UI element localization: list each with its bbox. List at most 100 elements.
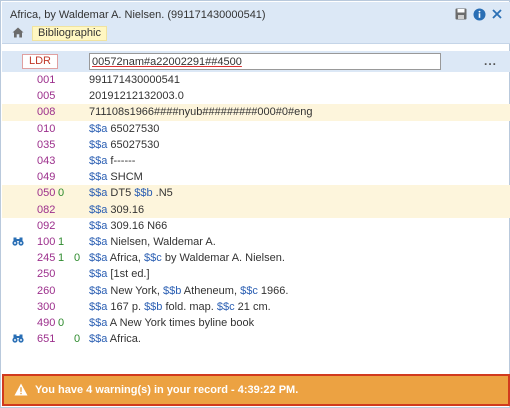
marc-fields: LDR ... 00199117143000054100520191212132… — [2, 51, 510, 347]
field-tag[interactable]: 250 — [37, 268, 57, 280]
field-content[interactable]: $$a SHCM — [89, 171, 143, 183]
field-tag[interactable]: 300 — [37, 301, 57, 313]
info-icon[interactable] — [472, 7, 486, 21]
field-content[interactable]: $$a A New York times byline book — [89, 317, 254, 329]
field-content[interactable]: $$a 309.16 N66 — [89, 220, 167, 232]
save-icon[interactable] — [454, 7, 468, 21]
field-tag[interactable]: 043 — [37, 155, 57, 167]
field-tag[interactable]: 005 — [37, 90, 57, 102]
more-options-button[interactable]: ... — [484, 54, 497, 68]
field-row-260[interactable]: 260 $$a New York, $$b Atheneum, $$c 1966. — [2, 282, 510, 298]
field-content[interactable]: $$a 65027530 — [89, 123, 159, 135]
subfield-code: $$a — [89, 138, 108, 151]
field-content[interactable]: $$a [1st ed.] — [89, 268, 150, 280]
field-tag[interactable]: 490 — [37, 317, 57, 329]
subfield-value: SHCM — [107, 171, 143, 184]
field-tag[interactable]: 092 — [37, 220, 57, 232]
subfield-value: New York, — [107, 284, 163, 297]
field-content[interactable]: 991171430000541 — [89, 74, 180, 86]
subfield-value: A New York times byline book — [107, 316, 255, 329]
field-row-005[interactable]: 005 20191212132003.0 — [2, 88, 510, 104]
indicator-2[interactable]: 0 — [74, 333, 82, 345]
binoculars-icon[interactable] — [12, 237, 24, 249]
field-row-001[interactable]: 001 991171430000541 — [2, 72, 510, 88]
close-icon[interactable] — [490, 7, 504, 21]
field-content[interactable]: $$a Africa. — [89, 333, 141, 345]
subfield-code: $$a — [89, 300, 108, 313]
field-row-651[interactable]: 651 0 $$a Africa. — [2, 331, 510, 347]
field-content[interactable]: $$a Africa, $$c by Waldemar A. Nielsen. — [89, 252, 285, 264]
subfield-value: 309.16 — [107, 203, 145, 216]
field-row-082[interactable]: 082 $$a 309.16 — [2, 201, 510, 218]
subfield-code: $$a — [89, 235, 108, 248]
subfield-code: $$a — [89, 171, 108, 184]
subfield-code: $$b — [163, 284, 182, 297]
subfield-code: $$b — [144, 300, 163, 313]
indicator-1[interactable]: 1 — [58, 252, 66, 264]
field-content[interactable]: $$a New York, $$b Atheneum, $$c 1966. — [89, 285, 288, 297]
field-row-250[interactable]: 250 $$a [1st ed.] — [2, 266, 510, 282]
title-bar: Africa, by Waldemar A. Nielsen. (9911714… — [2, 2, 510, 44]
field-content[interactable]: $$a 309.16 — [89, 204, 144, 216]
subfield-code: $$a — [89, 284, 108, 297]
subfield-value: Africa. — [107, 333, 141, 346]
subfield-code: $$b — [134, 187, 153, 200]
indicator-1[interactable]: 0 — [58, 317, 66, 329]
binoculars-icon[interactable] — [12, 334, 24, 346]
field-row-245[interactable]: 245 1 0 $$a Africa, $$c by Waldemar A. Niel… — [2, 250, 510, 266]
record-type-tag[interactable]: Bibliographic — [32, 26, 107, 41]
field-tag[interactable]: 008 — [37, 106, 57, 118]
subfield-value: .N5 — [152, 187, 173, 200]
field-row-043[interactable]: 043 $$a f------ — [2, 153, 510, 169]
field-row-010[interactable]: 010 $$a 65027530 — [2, 121, 510, 137]
subfield-value: 1966. — [257, 284, 289, 297]
field-content[interactable]: 20191212132003.0 — [89, 90, 184, 102]
subfield-value: Nielsen, Waldemar A. — [107, 235, 216, 248]
field-tag[interactable]: 010 — [37, 123, 57, 135]
field-tag[interactable]: 260 — [37, 285, 57, 297]
field-tag[interactable]: 245 — [37, 252, 57, 264]
record-title: Africa, by Waldemar A. Nielsen. (9911714… — [10, 9, 266, 21]
home-icon[interactable] — [12, 27, 24, 41]
field-content[interactable]: $$a 167 p. $$b fold. map. $$c 21 cm. — [89, 301, 271, 313]
ldr-label[interactable]: LDR — [22, 54, 58, 69]
field-tag[interactable]: 100 — [37, 236, 57, 248]
subfield-code: $$a — [89, 219, 108, 232]
subfield-value: by Waldemar A. Nielsen. — [161, 252, 285, 265]
field-tag[interactable]: 049 — [37, 171, 57, 183]
field-tag[interactable]: 050 — [37, 187, 57, 199]
field-content[interactable]: $$a f------ — [89, 155, 135, 167]
field-content[interactable]: 711108s1966####nyub#########000#0#eng — [89, 106, 313, 118]
subfield-value: 309.16 N66 — [107, 219, 168, 232]
warning-triangle-icon — [14, 383, 28, 397]
field-row-092[interactable]: 092 $$a 309.16 N66 — [2, 218, 510, 234]
field-row-050[interactable]: 050 0 $$a DT5 $$b .N5 — [2, 185, 510, 202]
subfield-code: $$a — [89, 268, 108, 281]
subfield-code: $$a — [89, 122, 108, 135]
field-row-008[interactable]: 008 711108s1966####nyub#########000#0#eng — [2, 104, 510, 121]
subfield-value: DT5 — [107, 187, 135, 200]
ldr-input[interactable] — [89, 53, 441, 70]
indicator-1[interactable]: 0 — [58, 187, 66, 199]
field-content[interactable]: $$a Nielsen, Waldemar A. — [89, 236, 216, 248]
field-row-049[interactable]: 049 $$a SHCM — [2, 169, 510, 185]
subfield-code: $$a — [89, 333, 108, 346]
warning-message: You have 4 warning(s) in your record - 4… — [35, 384, 299, 396]
field-tag[interactable]: 001 — [37, 74, 57, 86]
field-tag[interactable]: 651 — [37, 333, 57, 345]
field-row-300[interactable]: 300 $$a 167 p. $$b fold. map. $$c 21 cm. — [2, 299, 510, 315]
field-tag[interactable]: 082 — [37, 204, 57, 216]
subfield-code: $$a — [89, 252, 108, 265]
subfield-code: $$a — [89, 155, 108, 168]
field-row-490[interactable]: 490 0 $$a A New York times byline book — [2, 315, 510, 331]
subfield-value: f------ — [107, 155, 136, 168]
field-content[interactable]: $$a DT5 $$b .N5 — [89, 187, 173, 199]
field-tag[interactable]: 035 — [37, 139, 57, 151]
subfield-value: Atheneum, — [181, 284, 241, 297]
field-content[interactable]: $$a 65027530 — [89, 139, 159, 151]
ldr-row: LDR ... — [2, 51, 510, 72]
field-row-100[interactable]: 100 1 $$a Nielsen, Waldemar A. — [2, 234, 510, 250]
indicator-2[interactable]: 0 — [74, 252, 82, 264]
field-row-035[interactable]: 035 $$a 65027530 — [2, 137, 510, 153]
indicator-1[interactable]: 1 — [58, 236, 66, 248]
